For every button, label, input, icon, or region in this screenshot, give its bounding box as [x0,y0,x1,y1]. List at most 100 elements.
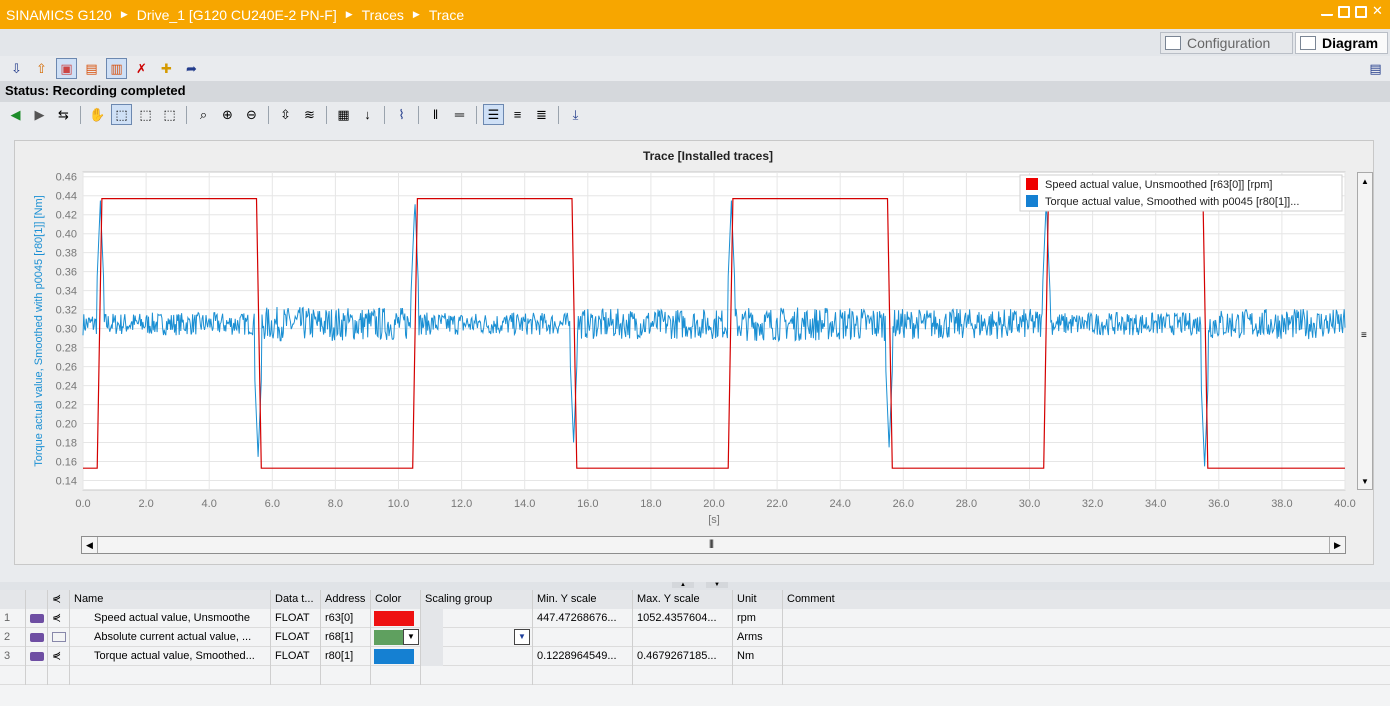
empty-cell [633,666,733,685]
header-min-y[interactable]: Min. Y scale [533,590,633,609]
signal-name[interactable]: Absolute current actual value, ... [70,628,271,647]
x-tick-label: 40.0 [1334,498,1355,510]
signal-scaling-group[interactable]: ▼ [421,628,533,647]
signal-color-cell[interactable]: ▼ [371,628,421,647]
signal-color-cell[interactable] [371,647,421,666]
signal-data-type: FLOAT [271,647,321,666]
scroll-grip-icon[interactable]: ||| [709,538,714,548]
empty-cell [321,666,371,685]
collapse-up-icon[interactable]: ▲ [672,582,694,588]
y-tick-label: 0.34 [56,286,77,298]
signal-comment[interactable] [783,628,1390,647]
header-data-type[interactable]: Data t... [271,590,321,609]
y-tick-label: 0.46 [56,172,77,184]
signal-max-y[interactable]: 1052.4357604... [633,609,733,628]
signal-address[interactable]: r80[1] [321,647,371,666]
signal-data-type: FLOAT [271,628,321,647]
scroll-grip-icon[interactable]: ≡ [1361,330,1367,341]
collapse-down-icon[interactable]: ▼ [706,582,728,588]
header-signal-icon[interactable]: ⋞ [48,590,70,609]
signal-max-y[interactable]: 0.4679267185... [633,647,733,666]
x-tick-label: 34.0 [1145,498,1166,510]
color-swatch[interactable] [374,611,414,626]
color-swatch[interactable] [374,649,414,664]
x-tick-label: 10.0 [388,498,409,510]
trace-chart[interactable]: Trace [Installed traces] 0.0 2.0 4.0 6.0 8.0 1… [0,0,1390,590]
scaling-group-selector[interactable] [421,609,443,628]
signal-comment[interactable] [783,609,1390,628]
legend-swatch[interactable] [1026,195,1038,207]
signal-visible-icon[interactable] [26,628,48,647]
signal-comment[interactable] [783,647,1390,666]
legend-entry[interactable]: Torque actual value, Smoothed with p0045… [1045,196,1299,208]
scroll-left-icon[interactable]: ◀ [82,537,98,553]
scroll-up-icon[interactable]: ▲ [1358,173,1372,189]
row-number: 1 [0,609,26,628]
scaling-group-selector[interactable] [421,628,443,647]
x-tick-label: 8.0 [328,498,343,510]
legend-swatch[interactable] [1026,178,1038,190]
color-dropdown-icon[interactable]: ▼ [403,629,419,645]
y-tick-label: 0.40 [56,229,77,241]
signal-max-y[interactable] [633,628,733,647]
table-row[interactable]: 3 ⋞ Torque actual value, Smoothed... FLO… [0,647,1390,666]
header-scaling-group[interactable]: Scaling group [421,590,533,609]
header-color[interactable]: Color [371,590,421,609]
empty-cell[interactable] [70,666,271,685]
table-row[interactable]: 1 ⋞ Speed actual value, Unsmoothe FLOAT … [0,609,1390,628]
table-row-empty[interactable] [0,666,1390,685]
x-tick-label: 22.0 [766,498,787,510]
header-address[interactable]: Address [321,590,371,609]
signal-select-icon[interactable]: ⋞ [48,647,70,666]
signal-min-y[interactable]: 0.1228964549... [533,647,633,666]
header-name[interactable]: Name [70,590,271,609]
signal-data-type: FLOAT [271,609,321,628]
empty-cell [48,666,70,685]
signal-unit: Nm [733,647,783,666]
x-tick-label: 28.0 [956,498,977,510]
scroll-right-icon[interactable]: ▶ [1329,537,1345,553]
horizontal-scrollbar[interactable]: ◀ ||| ▶ [81,536,1346,554]
signal-scaling-group[interactable] [421,609,533,628]
signal-name[interactable]: Speed actual value, Unsmoothe [70,609,271,628]
y-tick-label: 0.30 [56,324,77,336]
scaling-group-dropdown-icon[interactable]: ▼ [514,629,530,645]
x-axis-label: [s] [708,514,720,526]
signal-min-y[interactable] [533,628,633,647]
header-comment[interactable]: Comment [783,590,1390,609]
signal-min-y[interactable]: 447.47268676... [533,609,633,628]
x-tick-label: 6.0 [265,498,280,510]
row-number: 3 [0,647,26,666]
signal-select-icon[interactable]: ⋞ [48,609,70,628]
signal-name[interactable]: Torque actual value, Smoothed... [70,647,271,666]
color-swatch[interactable] [374,630,404,645]
signal-scaling-group[interactable] [421,647,533,666]
legend-entry[interactable]: Speed actual value, Unsmoothed [r63[0]] … [1045,179,1272,191]
empty-cell [26,666,48,685]
x-tick-label: 12.0 [451,498,472,510]
y-tick-label: 0.18 [56,438,77,450]
panel-splitter[interactable]: ▲ ▼ [0,582,1390,590]
signal-address[interactable]: r68[1] [321,628,371,647]
signal-table: ⋞ Name Data t... Address Color Scaling g… [0,590,1390,706]
signal-unit: Arms [733,628,783,647]
header-max-y[interactable]: Max. Y scale [633,590,733,609]
signal-select-icon[interactable] [48,628,70,647]
empty-cell [733,666,783,685]
signal-address[interactable]: r63[0] [321,609,371,628]
table-row[interactable]: 2 Absolute current actual value, ... FLO… [0,628,1390,647]
y-tick-label: 0.26 [56,362,77,374]
scroll-down-icon[interactable]: ▼ [1358,473,1372,489]
y-axis-label: Torque actual value, Smoothed with p0045… [33,195,45,467]
header-number [0,590,26,609]
signal-color-cell[interactable] [371,609,421,628]
row-number [0,666,26,685]
header-unit[interactable]: Unit [733,590,783,609]
y-tick-label: 0.36 [56,267,77,279]
scaling-group-selector[interactable] [421,647,443,666]
signal-visible-icon[interactable] [26,609,48,628]
signal-visible-icon[interactable] [26,647,48,666]
x-tick-label: 18.0 [640,498,661,510]
x-tick-label: 30.0 [1019,498,1040,510]
vertical-scrollbar[interactable]: ▲ ≡ ▼ [1357,172,1373,490]
